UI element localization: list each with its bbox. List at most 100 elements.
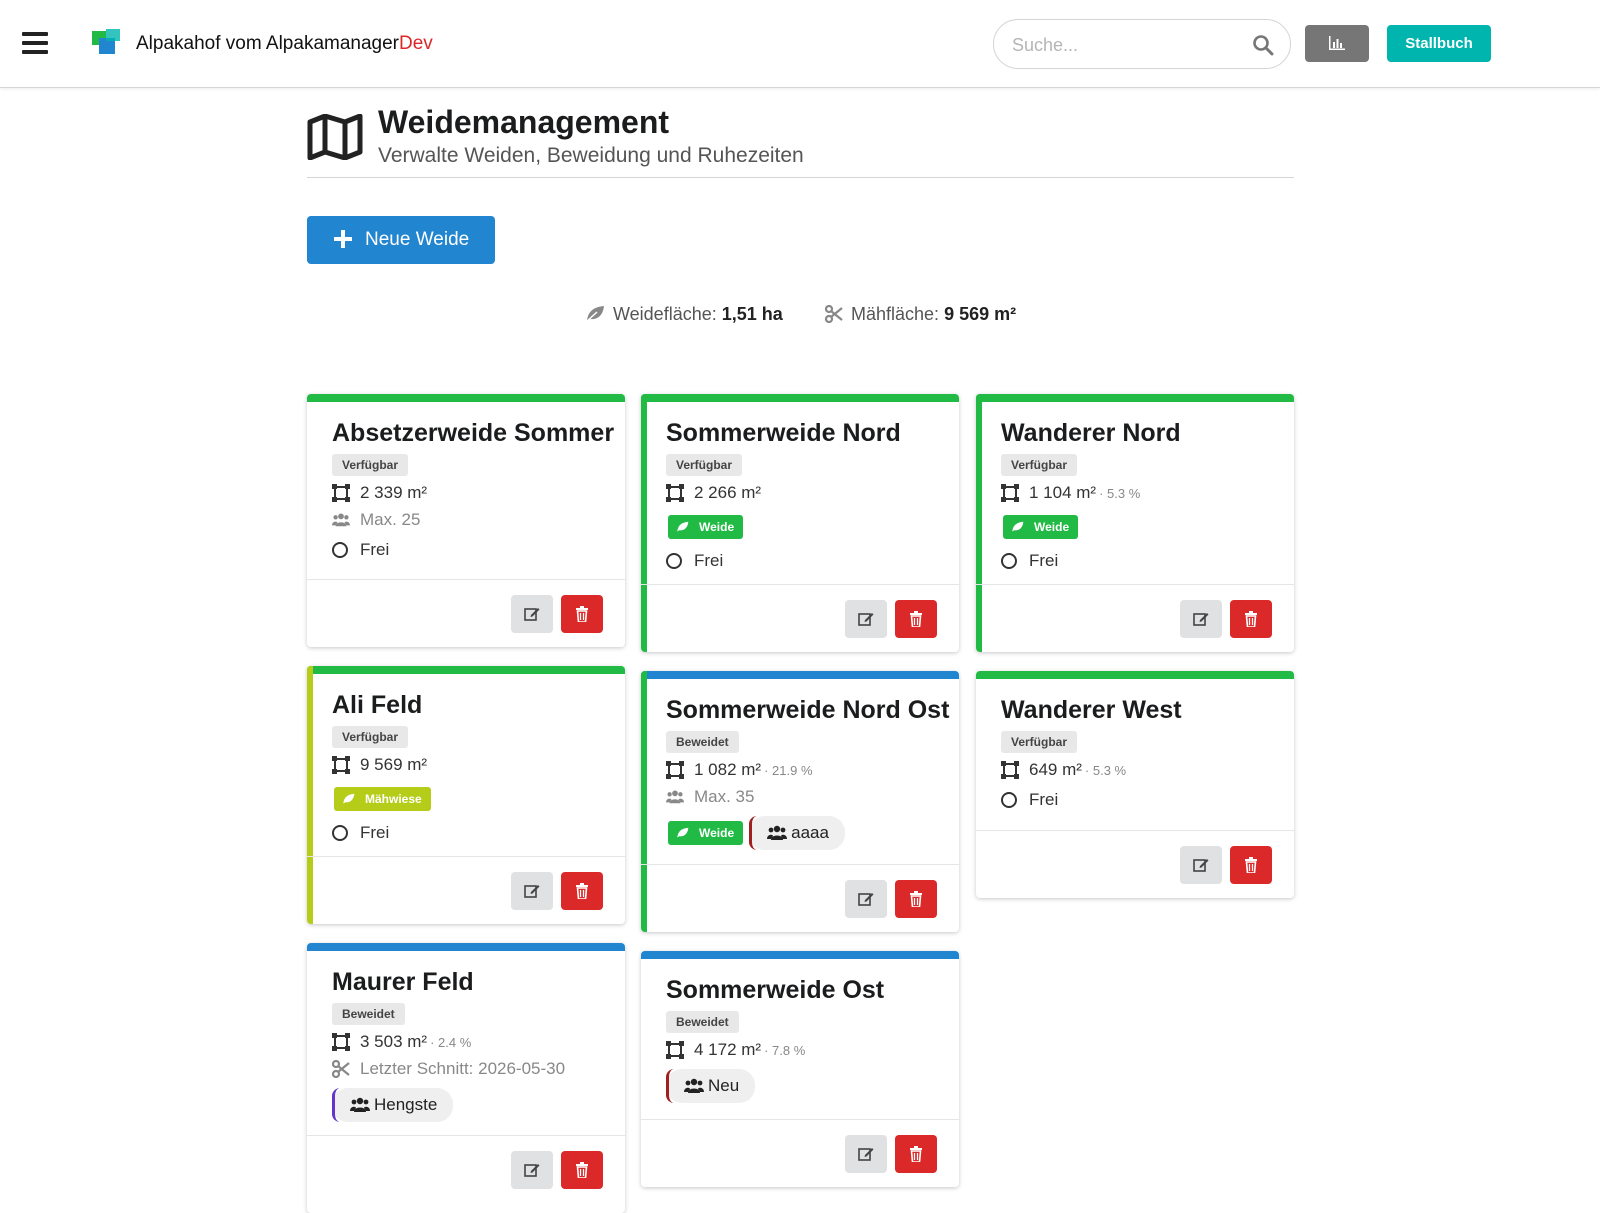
- edit-button[interactable]: [511, 1151, 553, 1189]
- menu-icon[interactable]: [22, 32, 48, 54]
- mowing-area-label: Mähfläche:: [851, 304, 940, 324]
- leaf-icon: [677, 827, 689, 838]
- card-status-stripe: [307, 943, 625, 951]
- type-label-text: Weide: [699, 826, 735, 840]
- area-icon: [666, 1041, 684, 1059]
- trash-icon: [576, 606, 588, 622]
- page-title: Weidemanagement: [378, 104, 670, 140]
- status-badge: Verfügbar: [332, 726, 409, 748]
- area-row: 1 104 m² · 5.3 %: [1001, 483, 1274, 503]
- area-row: 4 172 m² · 7.8 %: [666, 1040, 939, 1060]
- new-pasture-label: Neue Weide: [365, 229, 470, 250]
- card-status-stripe: [641, 951, 959, 959]
- type-label-text: Weide: [699, 520, 735, 534]
- edit-button[interactable]: [845, 600, 887, 638]
- card-status-stripe: [976, 394, 1294, 402]
- edit-icon: [858, 1148, 874, 1161]
- type-label-text: Mähwiese: [365, 792, 422, 806]
- pasture-name: Absetzerweide Sommer: [332, 419, 615, 447]
- tag-row: Weide: [666, 513, 939, 541]
- group-name: aaaa: [791, 823, 829, 842]
- pasture-name: Sommerweide Nord Ost: [666, 696, 950, 724]
- edit-button[interactable]: [511, 872, 553, 910]
- card-status-stripe: [976, 671, 1294, 679]
- delete-button[interactable]: [895, 600, 937, 638]
- delete-button[interactable]: [895, 880, 937, 918]
- pasture-card[interactable]: Absetzerweide Sommer Verfügbar 2 339 m² …: [307, 394, 625, 647]
- users-icon: [684, 1078, 704, 1093]
- delete-button[interactable]: [1230, 600, 1272, 638]
- area-percentage: · 5.3 %: [1099, 485, 1141, 501]
- tag-row: Weide aaaa: [666, 815, 939, 851]
- pasture-card[interactable]: Sommerweide Ost Beweidet 4 172 m² · 7.8 %…: [641, 951, 959, 1187]
- brand-main: Alpakahof vom Alpakamanager: [136, 33, 399, 54]
- edit-button[interactable]: [845, 1135, 887, 1173]
- pasture-card[interactable]: Wanderer West Verfügbar 649 m² · 5.3 % Fr…: [976, 671, 1294, 898]
- area-value: 9 569 m²: [360, 755, 428, 774]
- edit-button[interactable]: [845, 880, 887, 918]
- area-value: 1 082 m²: [694, 760, 762, 779]
- tag-row: Neu: [666, 1068, 939, 1104]
- area-value: 4 172 m²: [694, 1040, 762, 1059]
- app-brand[interactable]: Alpakahof vom AlpakamanagerDev: [136, 33, 433, 55]
- area-value: 2 266 m²: [694, 483, 762, 502]
- new-pasture-button[interactable]: Neue Weide: [307, 216, 495, 264]
- stallbuch-button[interactable]: Stallbuch: [1387, 25, 1491, 62]
- delete-button[interactable]: [561, 595, 603, 633]
- status-badge: Verfügbar: [1001, 454, 1078, 476]
- occupancy-value: Frei: [694, 551, 724, 570]
- pasture-name: Wanderer West: [1001, 696, 1182, 724]
- search-icon[interactable]: [1252, 34, 1274, 56]
- card-actions: [307, 1135, 625, 1203]
- group-color-marker: [666, 1069, 674, 1103]
- delete-button[interactable]: [895, 1135, 937, 1173]
- area-percentage: · 7.8 %: [764, 1042, 806, 1058]
- card-status-stripe: [641, 671, 959, 679]
- area-row: 1 082 m² · 21.9 %: [666, 760, 939, 780]
- edit-button[interactable]: [511, 595, 553, 633]
- statistics-button[interactable]: [1305, 25, 1369, 62]
- occupancy-value: Frei: [1029, 790, 1059, 809]
- trash-icon: [576, 883, 588, 899]
- type-label: Weide: [1003, 515, 1079, 539]
- pasture-area-value: 1,51 ha: [721, 304, 783, 324]
- area-row: 649 m² · 5.3 %: [1001, 760, 1274, 780]
- pasture-card[interactable]: Sommerweide Nord Verfügbar 2 266 m² Weid…: [641, 394, 959, 652]
- last-cut-row: Letzter Schnitt: 2026-05-30: [332, 1059, 605, 1079]
- trash-icon: [1245, 857, 1257, 873]
- pasture-name: Sommerweide Ost: [666, 976, 885, 1004]
- tag-row: Mähwiese: [332, 785, 605, 813]
- status-badge: Beweidet: [666, 731, 739, 753]
- area-row: 2 339 m²: [332, 483, 605, 503]
- circle-icon: [666, 553, 682, 569]
- pasture-area-stat: Weidefläche: 1,51 ha: [585, 304, 783, 325]
- occupancy-row: Frei: [1001, 790, 1274, 810]
- delete-button[interactable]: [561, 1151, 603, 1189]
- delete-button[interactable]: [1230, 846, 1272, 884]
- edit-button[interactable]: [1180, 846, 1222, 884]
- edit-button[interactable]: [1180, 600, 1222, 638]
- edit-icon: [1193, 859, 1209, 872]
- pasture-card[interactable]: Maurer Feld Beweidet 3 503 m² · 2.4 % Let…: [307, 943, 625, 1213]
- pasture-card[interactable]: Wanderer Nord Verfügbar 1 104 m² · 5.3 % …: [976, 394, 1294, 652]
- circle-icon: [332, 825, 348, 841]
- status-badge: Verfügbar: [332, 454, 409, 476]
- area-icon: [332, 756, 350, 774]
- occupancy-row: Frei: [1001, 551, 1274, 571]
- area-icon: [332, 484, 350, 502]
- area-row: 2 266 m²: [666, 483, 939, 503]
- capacity-row: Max. 35: [666, 787, 939, 807]
- group-color-marker: [749, 816, 757, 850]
- area-value: 649 m²: [1029, 760, 1082, 779]
- pasture-card[interactable]: Sommerweide Nord Ost Beweidet 1 082 m² · …: [641, 671, 959, 932]
- delete-button[interactable]: [561, 872, 603, 910]
- header-divider: [307, 177, 1294, 178]
- group-pill[interactable]: Neu: [666, 1069, 756, 1103]
- group-pill[interactable]: aaaa: [749, 816, 845, 850]
- search-input[interactable]: [1012, 32, 1242, 58]
- pasture-card[interactable]: Ali Feld Verfügbar 9 569 m² Mähwiese Fre…: [307, 666, 625, 924]
- capacity-value: Max. 25: [360, 510, 421, 529]
- group-pill[interactable]: Hengste: [332, 1088, 454, 1122]
- edit-icon: [524, 1164, 540, 1177]
- capacity-row: Max. 25: [332, 510, 605, 530]
